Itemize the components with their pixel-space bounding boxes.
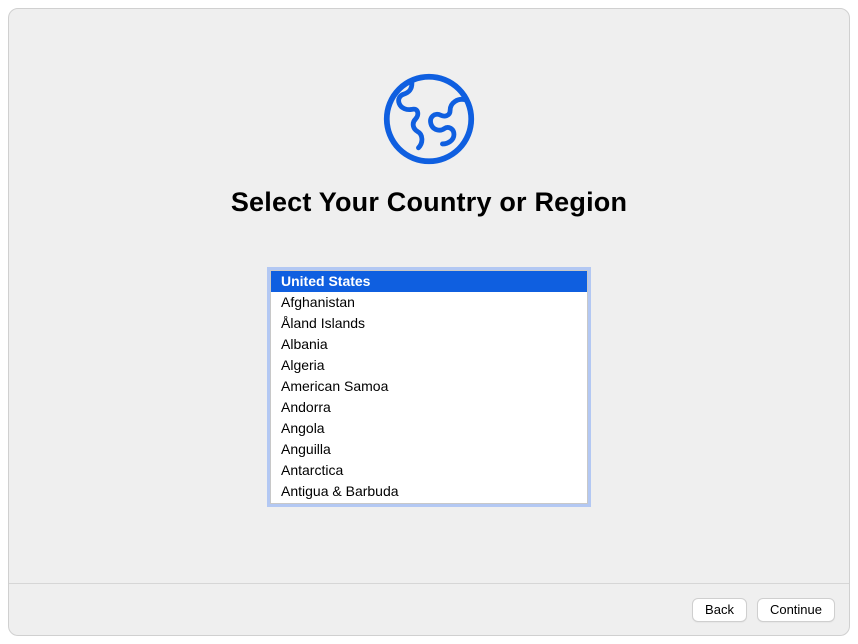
country-item[interactable]: Albania [271, 334, 587, 355]
country-item[interactable]: Antarctica [271, 460, 587, 481]
country-item[interactable]: Andorra [271, 397, 587, 418]
page-title: Select Your Country or Region [231, 187, 627, 218]
country-item[interactable]: Anguilla [271, 439, 587, 460]
footer-bar: Back Continue [9, 583, 849, 635]
back-button[interactable]: Back [692, 598, 747, 622]
continue-button[interactable]: Continue [757, 598, 835, 622]
country-item[interactable]: Afghanistan [271, 292, 587, 313]
country-list-container[interactable]: United States Afghanistan Åland Islands … [270, 270, 588, 504]
country-list[interactable]: United States Afghanistan Åland Islands … [271, 271, 587, 502]
globe-icon-wrap [381, 71, 477, 167]
country-item[interactable]: Algeria [271, 355, 587, 376]
country-item[interactable]: Angola [271, 418, 587, 439]
country-item[interactable]: Åland Islands [271, 313, 587, 334]
country-item[interactable]: Antigua & Barbuda [271, 481, 587, 502]
country-item[interactable]: United States [271, 271, 587, 292]
globe-icon [381, 71, 477, 167]
country-item[interactable]: American Samoa [271, 376, 587, 397]
setup-window: Select Your Country or Region United Sta… [8, 8, 850, 636]
